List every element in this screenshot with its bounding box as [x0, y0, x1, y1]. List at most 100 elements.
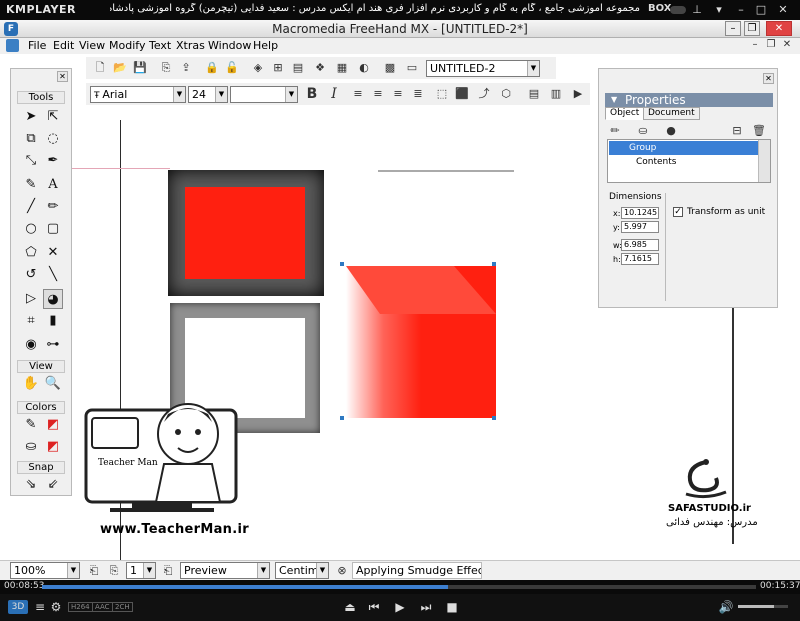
- document-icon[interactable]: [6, 39, 19, 52]
- text-wrap-icon[interactable]: ⬚: [434, 86, 450, 102]
- tab-object[interactable]: Object: [605, 107, 645, 120]
- align-icon[interactable]: ⊞: [270, 60, 286, 76]
- menu-window[interactable]: Window: [208, 39, 251, 52]
- fill-properties-icon[interactable]: ⛀: [635, 123, 651, 139]
- fill-color-icon[interactable]: ⛀: [21, 437, 41, 457]
- blend-tool-icon[interactable]: ▷: [21, 289, 41, 309]
- cancel-operation-icon[interactable]: ⊗: [334, 563, 350, 579]
- knife-tool-icon[interactable]: ╲: [43, 265, 63, 285]
- y-field[interactable]: 5.997: [621, 221, 659, 233]
- pointer-tool-icon[interactable]: ➤: [21, 107, 41, 127]
- settings-icon[interactable]: ⚙: [48, 600, 64, 614]
- new-document-icon[interactable]: 🗋: [92, 60, 108, 76]
- menu-modify[interactable]: Modify: [109, 39, 145, 52]
- menu-xtras[interactable]: Xtras: [176, 39, 205, 52]
- color-mixer-icon[interactable]: ◐: [356, 60, 372, 76]
- group-icon[interactable]: ◈: [250, 60, 266, 76]
- page-tool-icon[interactable]: ⧉: [21, 129, 41, 149]
- attach-to-path-icon[interactable]: ⤴: [476, 86, 492, 102]
- 3d-mode-button[interactable]: 3D: [8, 600, 28, 614]
- trash-icon[interactable]: 🗑: [751, 123, 767, 139]
- menu-edit[interactable]: Edit: [53, 39, 74, 52]
- zoom-select[interactable]: 100% ▼: [10, 562, 80, 579]
- font-style-select[interactable]: ▼: [230, 86, 298, 103]
- minimize-icon[interactable]: –: [734, 3, 748, 16]
- units-select[interactable]: Centimeters ▼: [275, 562, 329, 579]
- tab-document[interactable]: Document: [643, 107, 700, 120]
- rectangle-tool-icon[interactable]: ▢: [43, 219, 63, 239]
- convert-outlines-icon[interactable]: ⬡: [498, 86, 514, 102]
- selection-handle[interactable]: [340, 262, 344, 266]
- spell-check-icon[interactable]: ▥: [548, 86, 564, 102]
- stroke-swatch-icon[interactable]: ◩: [43, 415, 63, 435]
- bold-icon[interactable]: B: [304, 86, 320, 102]
- align-left-icon[interactable]: ≡: [350, 86, 366, 102]
- flow-inside-icon[interactable]: ⬛: [454, 86, 470, 102]
- save-icon[interactable]: 💾: [132, 60, 148, 76]
- eject-icon[interactable]: ⏏: [342, 600, 358, 614]
- box-toggle[interactable]: [670, 6, 686, 14]
- close-icon[interactable]: ✕: [57, 71, 68, 82]
- spiral-tool-icon[interactable]: ✕: [43, 243, 63, 263]
- symbols-icon[interactable]: ❖: [312, 60, 328, 76]
- italic-icon[interactable]: I: [326, 86, 342, 102]
- menu-help[interactable]: Help: [253, 39, 278, 52]
- subselect-tool-icon[interactable]: ⇱: [43, 107, 63, 127]
- hand-grab-tool-icon[interactable]: ◉: [21, 335, 41, 355]
- volume-icon[interactable]: 🔊: [718, 600, 734, 614]
- seek-track[interactable]: [42, 585, 756, 589]
- justify-icon[interactable]: ≣: [410, 86, 426, 102]
- pin-icon[interactable]: ⊥: [690, 3, 704, 16]
- align-right-icon[interactable]: ≡: [390, 86, 406, 102]
- open-folder-icon[interactable]: 📂: [112, 60, 128, 76]
- playlist-icon[interactable]: ≡: [32, 600, 48, 614]
- ellipse-tool-icon[interactable]: ○: [21, 219, 41, 239]
- play-icon[interactable]: ▶: [392, 600, 408, 614]
- document-selector[interactable]: UNTITLED-2 ▼: [426, 60, 540, 77]
- scale-tool-icon[interactable]: ⤡: [21, 151, 41, 171]
- doc-close-button[interactable]: ✕: [780, 39, 794, 52]
- red-square[interactable]: [185, 187, 305, 279]
- chart-tool-icon[interactable]: ▮: [43, 311, 63, 331]
- view-mode-select[interactable]: Preview ▼: [180, 562, 270, 579]
- menu-view[interactable]: View: [79, 39, 105, 52]
- previous-icon[interactable]: ⏮: [366, 600, 382, 615]
- tree-scrollbar[interactable]: [758, 140, 770, 182]
- stop-icon[interactable]: ■: [444, 600, 460, 614]
- page-nav-icon[interactable]: ⎗: [160, 563, 176, 579]
- layers-icon[interactable]: ▭: [404, 60, 420, 76]
- lock-icon[interactable]: 🔒: [204, 60, 220, 76]
- x-field[interactable]: 10.1245: [621, 207, 659, 219]
- doc-minimize-button[interactable]: –: [748, 39, 762, 52]
- close-icon[interactable]: ✕: [763, 73, 774, 84]
- tree-item-contents[interactable]: Contents: [628, 157, 676, 167]
- menu-text[interactable]: Text: [149, 39, 171, 52]
- effects-icon[interactable]: ●: [663, 123, 679, 139]
- transform-as-unit-checkbox[interactable]: ✓: [673, 207, 683, 217]
- pen-tool-icon[interactable]: ✎: [21, 175, 41, 195]
- fill-swatch-icon[interactable]: ◩: [43, 437, 63, 457]
- smudged-red-cube[interactable]: [340, 262, 500, 422]
- polygon-tool-icon[interactable]: ⬠: [21, 243, 41, 263]
- eyedropper-tool-icon[interactable]: ✒: [43, 151, 63, 171]
- pencil-tool-icon[interactable]: ✏: [43, 197, 63, 217]
- properties-title[interactable]: ▼ Properties: [605, 93, 773, 107]
- skin-menu-icon[interactable]: ▾: [712, 3, 726, 16]
- zoom-tool-icon[interactable]: 🔍: [43, 374, 63, 394]
- close-icon[interactable]: ✕: [776, 3, 790, 16]
- snap-to-point-icon[interactable]: ⇘: [21, 475, 41, 495]
- text-direction-icon[interactable]: ▶: [570, 86, 586, 102]
- snap-to-grid-icon[interactable]: ⇙: [43, 475, 63, 495]
- next-icon[interactable]: ⏭: [418, 600, 434, 615]
- doc-restore-button[interactable]: ❐: [764, 39, 778, 52]
- text-tool-icon[interactable]: A: [43, 175, 63, 195]
- selection-handle[interactable]: [340, 416, 344, 420]
- maximize-icon[interactable]: □: [754, 3, 768, 16]
- selection-handle[interactable]: [492, 416, 496, 420]
- font-name-select[interactable]: Ŧ Arial ▼: [90, 86, 186, 103]
- line-tool-icon[interactable]: ╱: [21, 197, 41, 217]
- selection-handle[interactable]: [492, 262, 496, 266]
- align-center-icon[interactable]: ≡: [370, 86, 386, 102]
- w-field[interactable]: 6.985: [621, 239, 659, 251]
- volume-slider[interactable]: [738, 605, 788, 608]
